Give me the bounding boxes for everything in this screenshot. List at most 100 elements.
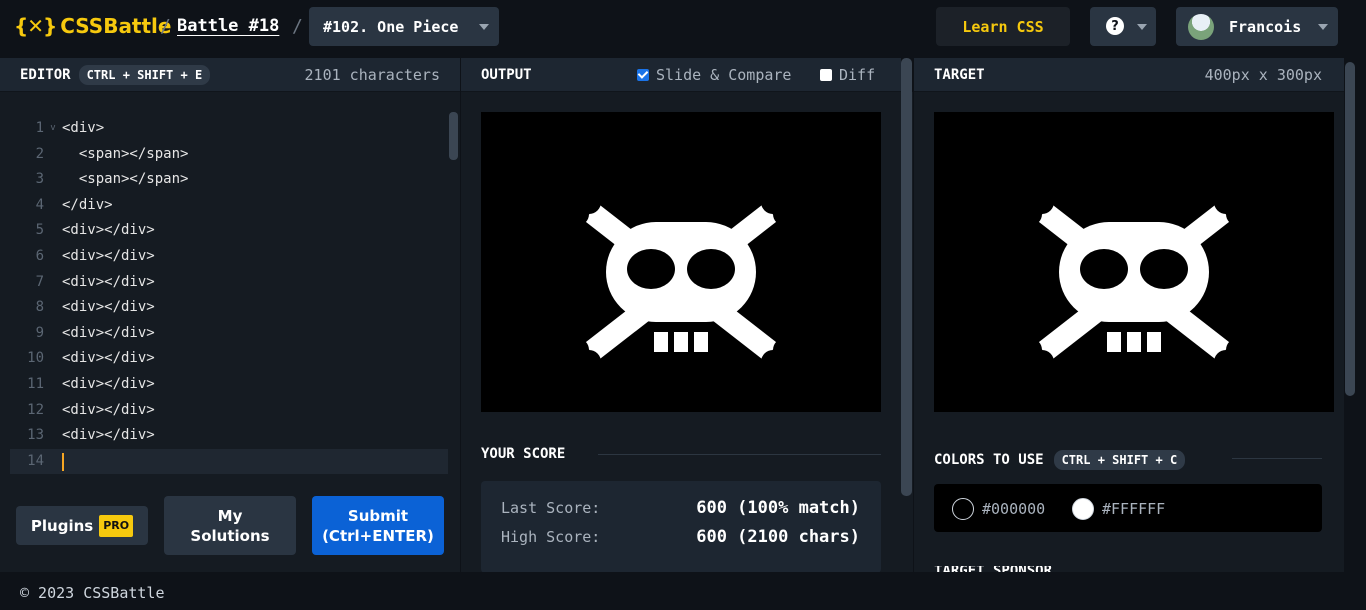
diff-checkbox[interactable]	[820, 68, 832, 81]
output-skull-art	[565, 190, 797, 374]
fold-gutter	[44, 193, 62, 218]
code-text: <div></div>	[62, 248, 155, 264]
line-number: 9	[35, 324, 44, 341]
code-line[interactable]: 12 <div></div>	[10, 398, 448, 423]
high-score-label: High Score:	[501, 528, 601, 546]
line-number: 2	[35, 145, 44, 162]
logo[interactable]: {✕} CSSBattle	[14, 14, 171, 38]
skull-eye-left	[1080, 249, 1128, 289]
line-number: 8	[35, 299, 44, 316]
code-line[interactable]: 4 </div>	[10, 193, 448, 218]
output-scrollbar[interactable]	[901, 58, 912, 496]
fold-chevron-icon[interactable]: v	[44, 116, 62, 141]
code-editor[interactable]: 1 v <div> 2 <span></span> 3 <span></span> 4 </…	[0, 92, 460, 478]
code-text: <div></div>	[62, 427, 155, 444]
code-line[interactable]: 13 <div></div>	[10, 423, 448, 448]
character-count: 2101 characters	[304, 65, 440, 84]
colors-title-label: COLORS TO USE	[934, 452, 1044, 468]
output-title: OUTPUT	[481, 66, 532, 83]
skull-eye-right	[1140, 249, 1188, 289]
code-text: <div></div>	[62, 273, 155, 290]
line-number: 7	[35, 273, 44, 290]
code-text: <div></div>	[62, 299, 155, 316]
code-line[interactable]: 9 <div></div>	[10, 321, 448, 346]
color-label-white[interactable]: #FFFFFF	[1102, 500, 1165, 518]
score-title: YOUR SCORE	[481, 446, 566, 462]
bone-knob	[565, 338, 589, 362]
target-size: 400px x 300px	[1204, 65, 1322, 84]
code-line[interactable]: 14	[10, 448, 448, 474]
line-number: 13	[27, 427, 44, 444]
bone-knob	[1226, 338, 1250, 362]
learn-css-button[interactable]: Learn CSS	[936, 7, 1070, 46]
output-canvas[interactable]	[481, 112, 881, 412]
submit-button[interactable]: Submit (Ctrl+ENTER)	[312, 496, 444, 555]
bone-knob	[1226, 202, 1250, 226]
code-line[interactable]: 1 v <div>	[10, 116, 448, 141]
score-box: Last Score: 600 (100% match) High Score:…	[481, 481, 881, 573]
code-line[interactable]: 6 <div></div>	[10, 244, 448, 269]
color-swatch-black[interactable]	[952, 498, 974, 520]
fold-gutter	[44, 346, 62, 371]
colors-shortcut-badge: CTRL + SHIFT + C	[1053, 450, 1186, 470]
editor-title: EDITOR	[20, 66, 71, 83]
target-canvas	[934, 112, 1334, 412]
top-bar: {✕} CSSBattle / Battle #18 / #102. One P…	[0, 0, 1366, 58]
code-line[interactable]: 10 <div></div>	[10, 346, 448, 371]
target-selector[interactable]: #102. One Piece	[309, 7, 499, 46]
submit-label-line2: (Ctrl+ENTER)	[322, 526, 434, 545]
code-text: <div></div>	[62, 222, 155, 239]
code-line[interactable]: 2 <span></span>	[10, 142, 448, 167]
plugins-button[interactable]: Plugins PRO	[16, 506, 148, 545]
code-text: <div></div>	[62, 324, 155, 341]
fold-gutter	[44, 142, 62, 167]
skull-eye-left	[627, 249, 675, 289]
code-line[interactable]: 5 <div></div>	[10, 218, 448, 243]
user-name: Francois	[1229, 18, 1302, 36]
code-text: </div>	[62, 196, 113, 213]
target-skull-art	[1018, 190, 1250, 374]
page-scrollbar[interactable]	[1345, 62, 1355, 396]
skull-tooth	[1147, 332, 1161, 352]
bone-knob	[565, 202, 589, 226]
last-score-label: Last Score:	[501, 499, 601, 517]
color-swatches: #000000 #FFFFFF	[934, 484, 1322, 532]
my-solutions-button[interactable]: My Solutions	[164, 496, 296, 555]
user-menu-button[interactable]: Francois	[1176, 7, 1338, 46]
bone-knob	[773, 202, 797, 226]
slide-compare-toggle[interactable]: Slide & Compare	[637, 66, 791, 84]
code-line[interactable]: 11 <div></div>	[10, 372, 448, 397]
code-text: <div></div>	[62, 401, 155, 418]
color-label-black[interactable]: #000000	[982, 500, 1045, 518]
bone-knob	[773, 338, 797, 362]
breadcrumb-separator: /	[160, 16, 171, 37]
footer: © 2023 CSSBattle	[0, 572, 1366, 610]
code-line[interactable]: 8 <div></div>	[10, 295, 448, 320]
editor-scrollbar[interactable]	[449, 112, 458, 160]
fold-gutter	[44, 167, 62, 192]
code-line[interactable]: 3 <span></span>	[10, 167, 448, 192]
diff-toggle[interactable]: Diff	[820, 66, 875, 84]
editor-footer: Plugins PRO My Solutions Submit (Ctrl+EN…	[0, 478, 460, 572]
skull-eye-right	[687, 249, 735, 289]
output-header: OUTPUT Slide & Compare Diff	[461, 58, 901, 92]
plugins-label: Plugins	[30, 516, 94, 535]
code-line[interactable]: 7 <div></div>	[10, 270, 448, 295]
color-swatch-white[interactable]	[1072, 498, 1094, 520]
battle-link[interactable]: Battle #18	[177, 16, 279, 36]
target-header: TARGET 400px x 300px	[914, 58, 1344, 92]
fold-gutter	[44, 398, 62, 423]
fold-gutter	[44, 321, 62, 346]
slide-compare-checkbox[interactable]	[637, 68, 649, 81]
my-solutions-label-line1: My	[217, 506, 243, 525]
line-number: 1	[35, 120, 44, 136]
chevron-down-icon	[1137, 24, 1147, 30]
logo-text: CSSBattle	[60, 14, 172, 38]
help-menu-button[interactable]: ?	[1090, 7, 1156, 46]
bone-knob	[1018, 202, 1042, 226]
logo-mark: {✕}	[14, 14, 57, 38]
skull-tooth	[654, 332, 668, 352]
divider	[598, 454, 881, 455]
bone-knob	[1018, 338, 1042, 362]
editor-shortcut-badge: CTRL + SHIFT + E	[78, 64, 211, 85]
